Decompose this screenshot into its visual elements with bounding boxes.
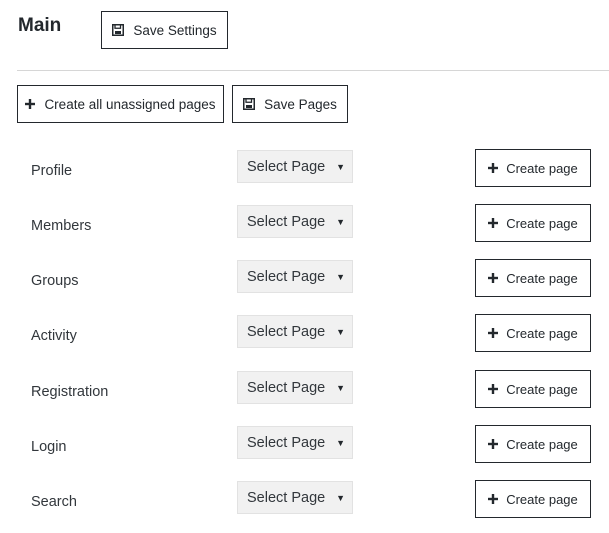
floppy-disk-icon xyxy=(243,98,256,110)
create-page-label: Create page xyxy=(506,491,578,507)
create-page-button[interactable]: Create page xyxy=(475,314,591,352)
create-page-label: Create page xyxy=(506,325,578,341)
create-page-label: Create page xyxy=(506,436,578,452)
dropdown-arrow-icon: ▼ xyxy=(336,493,345,503)
create-page-label: Create page xyxy=(506,215,578,231)
save-pages-button[interactable]: Save Pages xyxy=(232,85,348,123)
create-page-button[interactable]: Create page xyxy=(475,259,591,297)
create-page-label: Create page xyxy=(506,270,578,286)
create-page-button[interactable]: Create page xyxy=(475,425,591,463)
page-row-search: Search Select Page ▼ Create page xyxy=(0,480,609,520)
create-page-button[interactable]: Create page xyxy=(475,480,591,518)
plus-icon xyxy=(488,439,499,449)
page-row-groups: Groups Select Page ▼ Create page xyxy=(0,259,609,299)
page-row-registration: Registration Select Page ▼ Create page xyxy=(0,370,609,410)
save-settings-label: Save Settings xyxy=(133,22,217,38)
plus-icon xyxy=(488,328,499,338)
create-all-label: Create all unassigned pages xyxy=(44,96,216,112)
page-select[interactable]: Select Page ▼ xyxy=(237,205,353,238)
plus-icon xyxy=(488,273,499,283)
row-label: Registration xyxy=(31,384,109,400)
select-value: Select Page xyxy=(247,434,326,451)
page-row-login: Login Select Page ▼ Create page xyxy=(0,425,609,465)
row-label: Profile xyxy=(31,163,73,179)
create-page-label: Create page xyxy=(506,160,578,176)
page-select[interactable]: Select Page ▼ xyxy=(237,260,353,293)
page-select[interactable]: Select Page ▼ xyxy=(237,371,353,404)
page-row-profile: Profile Select Page ▼ Create page xyxy=(0,149,609,189)
page-title: Main xyxy=(18,15,62,36)
select-value: Select Page xyxy=(247,268,326,285)
dropdown-arrow-icon: ▼ xyxy=(336,438,345,448)
create-page-button[interactable]: Create page xyxy=(475,149,591,187)
plus-icon xyxy=(488,384,499,394)
create-page-button[interactable]: Create page xyxy=(475,204,591,242)
row-label: Login xyxy=(31,439,67,455)
plus-icon xyxy=(488,494,499,504)
row-label: Activity xyxy=(31,328,77,344)
floppy-disk-icon xyxy=(112,24,125,36)
select-value: Select Page xyxy=(247,379,326,396)
create-all-unassigned-pages-button[interactable]: Create all unassigned pages xyxy=(17,85,224,123)
dropdown-arrow-icon: ▼ xyxy=(336,383,345,393)
row-label: Members xyxy=(31,218,92,234)
plus-icon xyxy=(488,163,499,173)
select-value: Select Page xyxy=(247,158,326,175)
plus-icon xyxy=(25,99,36,109)
row-label: Groups xyxy=(31,273,79,289)
page-select[interactable]: Select Page ▼ xyxy=(237,481,353,514)
dropdown-arrow-icon: ▼ xyxy=(336,217,345,227)
page-select[interactable]: Select Page ▼ xyxy=(237,150,353,183)
select-value: Select Page xyxy=(247,489,326,506)
dropdown-arrow-icon: ▼ xyxy=(336,162,345,172)
page-select[interactable]: Select Page ▼ xyxy=(237,315,353,348)
dropdown-arrow-icon: ▼ xyxy=(336,272,345,282)
row-label: Search xyxy=(31,494,77,510)
select-value: Select Page xyxy=(247,323,326,340)
create-page-button[interactable]: Create page xyxy=(475,370,591,408)
plus-icon xyxy=(488,218,499,228)
divider xyxy=(17,70,609,71)
dropdown-arrow-icon: ▼ xyxy=(336,327,345,337)
save-pages-label: Save Pages xyxy=(264,96,337,112)
page-row-activity: Activity Select Page ▼ Create page xyxy=(0,314,609,354)
create-page-label: Create page xyxy=(506,381,578,397)
save-settings-button[interactable]: Save Settings xyxy=(101,11,228,49)
page-row-members: Members Select Page ▼ Create page xyxy=(0,204,609,244)
select-value: Select Page xyxy=(247,213,326,230)
page-select[interactable]: Select Page ▼ xyxy=(237,426,353,459)
